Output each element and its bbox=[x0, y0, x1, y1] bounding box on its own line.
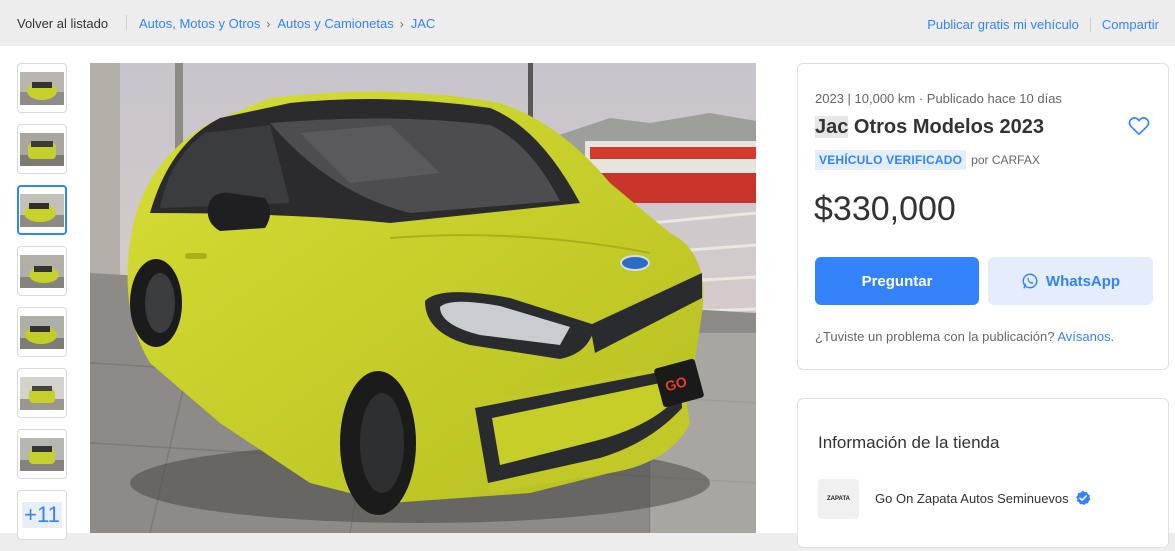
favorite-heart-icon[interactable] bbox=[1128, 116, 1150, 136]
listing-summary-card: 2023 | 10,000 km · Publicado hace 10 día… bbox=[797, 63, 1169, 370]
car-photo-thumbnail bbox=[20, 437, 64, 471]
gallery-thumbnail[interactable] bbox=[17, 307, 67, 357]
car-photo-thumbnail bbox=[20, 71, 64, 105]
whatsapp-button-label: WhatsApp bbox=[1045, 272, 1121, 290]
breadcrumb-item[interactable]: Autos y Camionetas bbox=[277, 16, 393, 31]
whatsapp-icon bbox=[1022, 273, 1038, 289]
publish-vehicle-link[interactable]: Publicar gratis mi vehículo bbox=[927, 17, 1079, 32]
report-text: ¿Tuviste un problema con la publicación? bbox=[815, 329, 1055, 344]
top-actions: Publicar gratis mi vehículo Compartir bbox=[927, 17, 1159, 32]
verified-by-text: por CARFAX bbox=[971, 153, 1040, 167]
price: $330,000 bbox=[814, 190, 956, 228]
store-name: Go On Zapata Autos Seminuevos bbox=[875, 490, 1069, 506]
share-link[interactable]: Compartir bbox=[1102, 17, 1159, 32]
car-photo-thumbnail bbox=[20, 254, 64, 288]
divider bbox=[1089, 17, 1091, 32]
top-navigation-bar: Volver al listado Autos, Motos y Otros ›… bbox=[0, 0, 1175, 46]
store-info-card: Información de la tienda ZAPATA Go On Za… bbox=[797, 398, 1169, 548]
gallery-thumbnail[interactable] bbox=[17, 124, 67, 174]
verified-check-icon bbox=[1075, 490, 1091, 506]
main-vehicle-photo[interactable]: GO bbox=[90, 63, 756, 533]
store-logo-text: ZAPATA bbox=[827, 496, 850, 502]
store-logo[interactable]: ZAPATA bbox=[818, 479, 859, 519]
listing-meta: 2023 | 10,000 km · Publicado hace 10 día… bbox=[815, 91, 1062, 106]
verified-badge: VEHÍCULO VERIFICADO bbox=[815, 150, 967, 170]
breadcrumb-item[interactable]: Autos, Motos y Otros bbox=[139, 16, 260, 31]
listing-content: +11 GO 2023 | 10,000 km · Publicado hace… bbox=[0, 46, 1175, 548]
back-to-listing-link[interactable]: Volver al listado bbox=[17, 16, 108, 31]
breadcrumb: Autos, Motos y Otros › Autos y Camioneta… bbox=[139, 16, 435, 31]
title-model: Otros Modelos 2023 bbox=[848, 116, 1044, 138]
whatsapp-button[interactable]: WhatsApp bbox=[988, 257, 1153, 305]
chevron-right-icon: › bbox=[266, 16, 271, 31]
listing-title: Jac Otros Modelos 2023 bbox=[815, 116, 1044, 139]
title-make: Jac bbox=[815, 116, 849, 138]
breadcrumb-item[interactable]: JAC bbox=[411, 16, 436, 31]
car-photo-thumbnail bbox=[20, 193, 64, 227]
gallery-thumbnail[interactable] bbox=[17, 429, 67, 479]
store-info-heading: Información de la tienda bbox=[818, 433, 1000, 452]
gallery-thumbnail-selected[interactable] bbox=[17, 185, 67, 235]
car-photo-thumbnail bbox=[20, 132, 64, 166]
car-photo-thumbnail bbox=[20, 315, 64, 349]
report-problem: ¿Tuviste un problema con la publicación?… bbox=[815, 329, 1114, 344]
report-link[interactable]: Avísanos. bbox=[1057, 329, 1114, 344]
car-photo-thumbnail bbox=[20, 376, 64, 410]
store-name-row[interactable]: Go On Zapata Autos Seminuevos bbox=[875, 490, 1091, 506]
car-photo: GO bbox=[90, 63, 756, 533]
ask-button[interactable]: Preguntar bbox=[815, 257, 979, 305]
gallery-thumbnail[interactable] bbox=[17, 246, 67, 296]
more-photos-count: +11 bbox=[22, 502, 62, 528]
chevron-right-icon: › bbox=[399, 16, 404, 31]
thumbnail-gallery: +11 bbox=[17, 63, 67, 551]
gallery-thumbnail[interactable] bbox=[17, 63, 67, 113]
verified-row: VEHÍCULO VERIFICADO por CARFAX bbox=[815, 150, 1040, 170]
gallery-thumbnail[interactable] bbox=[17, 368, 67, 418]
divider bbox=[126, 15, 127, 30]
